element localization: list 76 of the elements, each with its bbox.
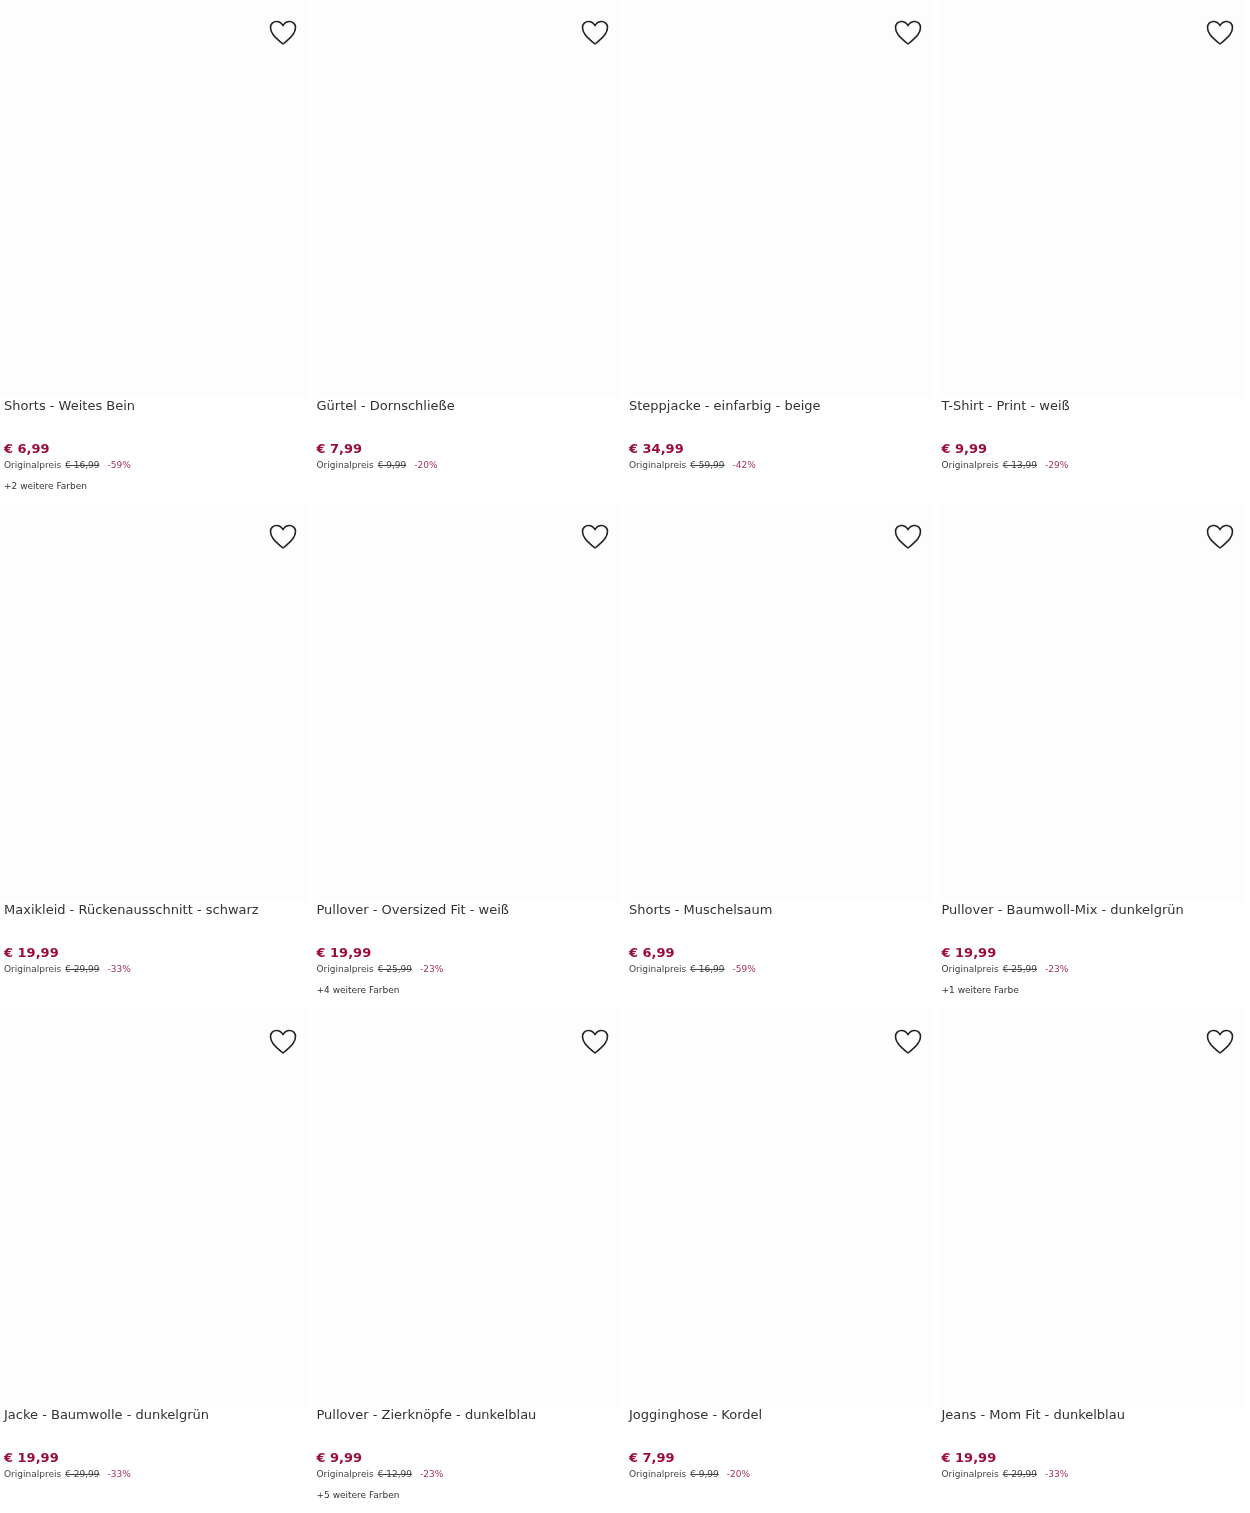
heart-icon[interactable] xyxy=(893,1028,922,1055)
more-colors[interactable]: +4 weitere Farben xyxy=(316,984,400,997)
sale-price: € 6,99 xyxy=(4,441,50,457)
original-price-label: Originalpreis xyxy=(629,963,687,976)
sale-price: € 19,99 xyxy=(4,1449,59,1466)
product-title[interactable]: Steppjacke - einfarbig - beige xyxy=(629,398,938,414)
heart-icon[interactable] xyxy=(893,20,922,46)
heart-icon[interactable] xyxy=(581,20,609,46)
original-price-label: Originalpreis xyxy=(316,963,374,976)
heart-icon[interactable] xyxy=(1206,1028,1234,1055)
heart-icon[interactable] xyxy=(581,524,609,551)
original-price-label: Originalpreis xyxy=(629,1467,687,1480)
original-price: € 29,99 xyxy=(65,1467,100,1480)
original-price-label: Originalpreis xyxy=(941,459,999,471)
original-price: € 16,99 xyxy=(690,963,725,976)
discount: -33% xyxy=(1045,1467,1069,1480)
original-price: € 9,99 xyxy=(690,1467,719,1480)
original-price: € 29,99 xyxy=(1002,1467,1038,1480)
heart-icon[interactable] xyxy=(1206,20,1234,46)
original-price: € 13,99 xyxy=(1002,459,1038,471)
sale-price: € 19,99 xyxy=(941,1449,997,1466)
original-price-label: Originalpreis xyxy=(316,1467,374,1480)
heart-icon[interactable] xyxy=(268,20,297,46)
sale-price: € 9,99 xyxy=(941,441,988,457)
sale-price: € 19,99 xyxy=(4,945,59,962)
heart-icon[interactable] xyxy=(893,524,922,551)
original-price-label: Originalpreis xyxy=(629,459,687,471)
product-title[interactable]: Jeans - Mom Fit - dunkelblau xyxy=(941,1406,1250,1423)
discount: -23% xyxy=(420,1467,444,1480)
original-price: € 9,99 xyxy=(377,459,407,471)
product-title[interactable]: T-Shirt - Print - weiß xyxy=(941,398,1250,414)
more-colors[interactable]: +1 weitere Farbe xyxy=(941,984,1019,997)
sale-price: € 9,99 xyxy=(316,1449,363,1466)
product-title[interactable]: Pullover - Baumwoll-Mix - dunkelgrün xyxy=(941,902,1250,919)
heart-icon[interactable] xyxy=(268,524,297,551)
discount: -33% xyxy=(107,1467,131,1480)
original-price: € 25,99 xyxy=(1002,963,1038,976)
original-price: € 16,99 xyxy=(65,459,100,471)
product-title[interactable]: Shorts - Muschelsaum xyxy=(629,902,938,919)
original-price: € 59,99 xyxy=(690,459,725,471)
product-title[interactable]: Pullover - Zierknöpfe - dunkelblau xyxy=(316,1406,625,1423)
product-title[interactable]: Jogginghose - Kordel xyxy=(629,1406,938,1423)
discount: -20% xyxy=(414,459,438,471)
product-title[interactable]: Gürtel - Dornschließe xyxy=(316,398,625,414)
original-price: € 25,99 xyxy=(377,963,413,976)
discount: -33% xyxy=(107,963,131,976)
original-price-label: Originalpreis xyxy=(941,963,999,976)
sale-price: € 34,99 xyxy=(629,441,684,457)
original-price-label: Originalpreis xyxy=(316,459,374,471)
sale-price: € 6,99 xyxy=(629,945,675,962)
discount: -59% xyxy=(107,459,131,471)
sale-price: € 7,99 xyxy=(316,441,363,457)
sale-price: € 19,99 xyxy=(941,945,997,962)
discount: -59% xyxy=(732,963,756,976)
original-price-label: Originalpreis xyxy=(4,963,62,976)
original-price-label: Originalpreis xyxy=(4,1467,62,1480)
product-title[interactable]: Jacke - Baumwolle - dunkelgrün xyxy=(4,1406,313,1423)
discount: -23% xyxy=(1045,963,1069,976)
product-title[interactable]: Shorts - Weites Bein xyxy=(4,398,313,414)
sale-price: € 19,99 xyxy=(316,945,372,962)
original-price-label: Originalpreis xyxy=(4,459,62,471)
product-title[interactable]: Maxikleid - Rückenausschnitt - schwarz xyxy=(4,902,313,919)
heart-icon[interactable] xyxy=(581,1028,609,1055)
more-colors[interactable]: +5 weitere Farben xyxy=(316,1488,400,1501)
original-price: € 12,99 xyxy=(377,1467,413,1480)
discount: -20% xyxy=(726,1467,751,1480)
heart-icon[interactable] xyxy=(268,1028,297,1055)
product-title[interactable]: Pullover - Oversized Fit - weiß xyxy=(316,902,625,919)
discount: -23% xyxy=(420,963,444,976)
heart-icon[interactable] xyxy=(1206,524,1234,551)
original-price-label: Originalpreis xyxy=(941,1467,999,1480)
more-colors[interactable]: +2 weitere Farben xyxy=(4,480,87,492)
discount: -29% xyxy=(1045,459,1069,471)
sale-price: € 7,99 xyxy=(629,1449,675,1466)
original-price: € 29,99 xyxy=(65,963,100,976)
discount: -42% xyxy=(732,459,756,471)
